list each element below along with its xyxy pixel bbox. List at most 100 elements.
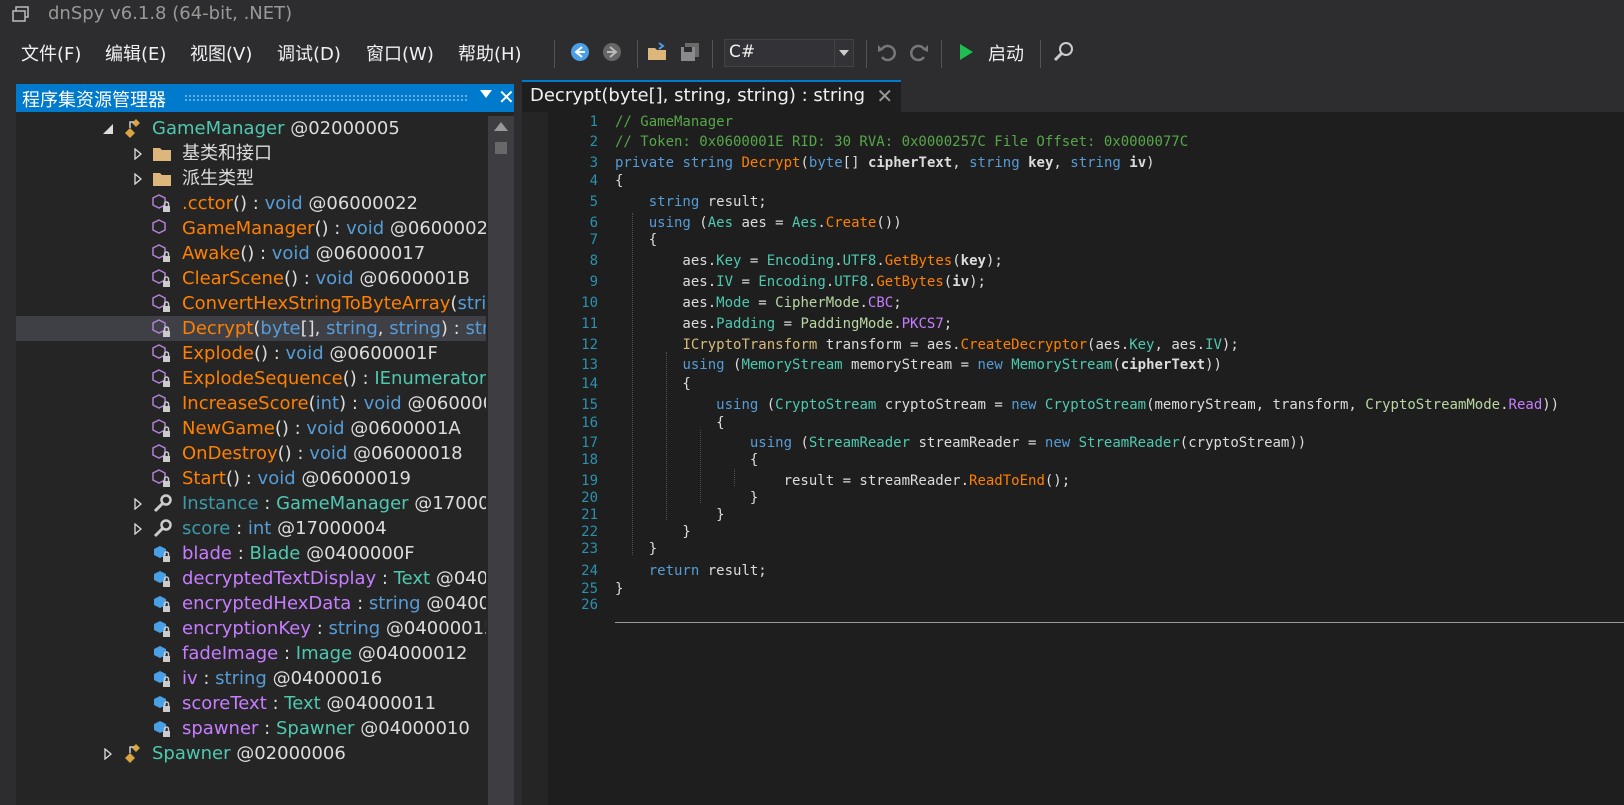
tree-item[interactable]: scoreText : Text @04000011 [16, 691, 486, 716]
chevron-down-icon [834, 40, 853, 66]
tree-item-name: Decrypt [182, 318, 254, 339]
code-line: 2 // Token: 0x0600001E RID: 30 RVA: 0x000… [522, 132, 1624, 152]
redo-button[interactable] [906, 38, 932, 66]
code-editor[interactable]: 1 // GameManager 2 // Token: 0x0600001E RID… [522, 112, 1624, 805]
tree-item[interactable]: .cctor() : void @06000022 [16, 191, 486, 216]
tree-item[interactable]: ExplodeSequence() : IEnumerator @ [16, 366, 486, 391]
start-label[interactable]: 启动 [988, 40, 1024, 66]
tree-item-label: 派生类型 [182, 166, 254, 191]
tree-item-label: iv : string @04000016 [182, 666, 382, 691]
scroll-up-icon[interactable] [494, 122, 508, 131]
forward-button[interactable] [599, 38, 625, 66]
drag-grip[interactable] [184, 94, 469, 102]
close-icon[interactable]: ✕ [876, 84, 893, 108]
toolbar-separator [712, 40, 713, 68]
tree-item[interactable]: Start() : void @06000019 [16, 466, 486, 491]
line-number: 2 [589, 134, 598, 150]
tree-item[interactable]: spawner : Spawner @04000010 [16, 716, 486, 741]
menu-view[interactable]: 视图(V) [190, 40, 252, 66]
tree-item[interactable]: IncreaseScore(int) : void @0600001 [16, 391, 486, 416]
scroll-thumb[interactable] [495, 142, 507, 154]
tree-item[interactable]: score : int @17000004 [16, 516, 486, 541]
undo-button[interactable] [874, 38, 900, 66]
tree-item-label: Instance : GameManager @170000 [182, 491, 486, 516]
open-button[interactable] [645, 38, 671, 66]
save-button[interactable] [677, 38, 703, 66]
language-select[interactable]: C# [724, 39, 854, 67]
tree-item[interactable]: NewGame() : void @0600001A [16, 416, 486, 441]
code-line: 3 private string Decrypt(byte[] cipherTex… [522, 153, 1624, 173]
tree-item[interactable]: ConvertHexStringToByteArray(string [16, 291, 486, 316]
tree-item[interactable]: Spawner @02000006 [16, 741, 486, 766]
tree-item[interactable]: GameManager() : void @06000021 [16, 216, 486, 241]
tree-item-name: Spawner [152, 743, 231, 764]
tree-item-separator: : [266, 693, 285, 714]
menu-debug[interactable]: 调试(D) [277, 40, 341, 66]
expand-open-icon[interactable] [102, 116, 114, 141]
tree-item[interactable]: encryptedHexData : string @04000 [16, 591, 486, 616]
code-line: 13 using (MemoryStream memoryStream = ne… [522, 355, 1624, 375]
line-number: 11 [581, 316, 598, 332]
menu-file[interactable]: 文件(F) [21, 40, 81, 66]
line-number: 16 [581, 415, 598, 431]
tree-item[interactable]: 基类和接口 [16, 141, 486, 166]
toolbar-separator [637, 40, 638, 68]
tree-item-signature: string @04000015 [328, 618, 487, 639]
tree-item[interactable]: Awake() : void @06000017 [16, 241, 486, 266]
tree-item-signature: void @06000021 [346, 218, 486, 239]
expand-closed-icon[interactable] [132, 491, 144, 516]
menu-bar: 文件(F) 编辑(E) 视图(V) 调试(D) 窗口(W) 帮助(H) C# 启… [0, 30, 1624, 78]
field-icon [152, 594, 172, 614]
panel-header: 程序集资源管理器 ✕ [16, 84, 515, 112]
expand-closed-icon[interactable] [132, 166, 144, 191]
tree-item[interactable]: encryptionKey : string @04000015 [16, 616, 486, 641]
tree-item-name: .cctor [182, 193, 233, 214]
tree-item[interactable]: OnDestroy() : void @06000018 [16, 441, 486, 466]
menu-help[interactable]: 帮助(H) [458, 40, 522, 66]
menu-edit[interactable]: 编辑(E) [105, 40, 166, 66]
tree-item[interactable]: GameManager @02000005 [16, 116, 486, 141]
vertical-scrollbar[interactable] [488, 116, 514, 805]
tree-item[interactable]: fadeImage : Image @04000012 [16, 641, 486, 666]
close-icon[interactable]: ✕ [498, 85, 515, 109]
code-line: 12 ICryptoTransform transform = aes.Crea… [522, 335, 1624, 355]
tree-item[interactable]: decryptedTextDisplay : Text @0400 [16, 566, 486, 591]
expand-closed-icon[interactable] [102, 741, 114, 766]
start-button[interactable] [953, 38, 979, 66]
tree-item-separator: : [278, 643, 296, 664]
indent-guide [734, 469, 735, 486]
menu-window[interactable]: 窗口(W) [366, 40, 434, 66]
tree-item-name: Start [182, 468, 226, 489]
tree-item[interactable]: ClearScene() : void @0600001B [16, 266, 486, 291]
folder-open-icon [648, 42, 666, 60]
tree-item[interactable]: Decrypt(byte[], string, string) : string [16, 316, 486, 341]
property-icon [152, 519, 172, 539]
method-icon [152, 419, 172, 439]
tree-item[interactable]: iv : string @04000016 [16, 666, 486, 691]
line-number: 7 [589, 232, 598, 248]
back-button[interactable] [567, 38, 593, 66]
tree-item-signature: Text @04000011 [284, 693, 437, 714]
method-icon [152, 444, 172, 464]
search-button[interactable] [1051, 38, 1077, 66]
tree-item[interactable]: 派生类型 [16, 166, 486, 191]
tree-item-separator: () : [233, 193, 265, 214]
chevron-down-icon[interactable] [480, 90, 492, 98]
expand-closed-icon[interactable] [132, 516, 144, 541]
code-line: 26 [522, 595, 1624, 615]
tree-item-signature: void @0600001A [306, 418, 461, 439]
tree-item-signature: string @04000 [368, 593, 486, 614]
tree-item-separator: () : [283, 268, 316, 289]
tree-item[interactable]: blade : Blade @0400000F [16, 541, 486, 566]
tree-item[interactable]: Instance : GameManager @170000 [16, 491, 486, 516]
tree-item-name: fadeImage [182, 643, 279, 664]
tab-decrypt[interactable]: Decrypt(byte[], string, string) : string… [522, 80, 902, 112]
current-line-marker [615, 622, 1624, 623]
method-icon [152, 244, 172, 264]
tree-item[interactable]: Explode() : void @0600001F [16, 341, 486, 366]
expand-closed-icon[interactable] [132, 141, 144, 166]
tree-item-label: ExplodeSequence() : IEnumerator @ [182, 366, 486, 391]
tree-item-name: GameManager [182, 218, 315, 239]
tree-item-signature: string @04000016 [215, 668, 383, 689]
line-number: 3 [589, 155, 598, 171]
